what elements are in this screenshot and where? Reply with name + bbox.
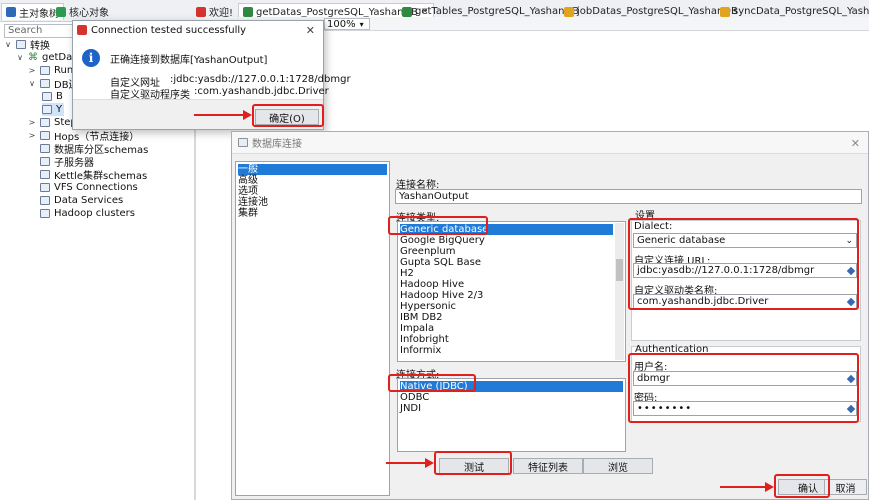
database-connection-window: 数据库连接 ✕ 一般 高级 选项 连接池 集群 连接名称: YashanOutp…	[231, 131, 869, 500]
expand-icon[interactable]: >	[28, 66, 36, 75]
category-pool[interactable]: 连接池	[238, 197, 387, 208]
folder-icon	[40, 144, 50, 153]
auth-label: Authentication	[635, 344, 709, 355]
driver-value: :com.yashandb.jdbc.Driver	[194, 86, 329, 97]
close-icon[interactable]: ✕	[306, 24, 315, 37]
variable-icon	[846, 266, 856, 276]
zoom-select[interactable]: 100% ▾	[324, 18, 370, 30]
dialect-select[interactable]: Generic database ⌄	[633, 233, 857, 248]
tree-item-vfs[interactable]: VFS Connections	[40, 181, 138, 194]
category-advanced[interactable]: 高级	[238, 175, 387, 186]
tree-item-db-b[interactable]: B	[42, 90, 63, 103]
welcome-icon	[196, 6, 206, 17]
collapse-icon[interactable]: ∨	[28, 79, 36, 88]
folder-icon	[40, 66, 50, 75]
access-item[interactable]: Native (JDBC)	[400, 381, 623, 392]
username-input[interactable]: dbmgr	[633, 371, 857, 386]
access-item[interactable]: ODBC	[400, 392, 623, 403]
ok-button[interactable]: 确定(O)	[255, 109, 319, 125]
explore-button[interactable]: 浏览	[583, 458, 653, 474]
arrow-annotation	[386, 458, 434, 468]
window-titlebar: 数据库连接 ✕	[232, 132, 868, 154]
job-icon	[720, 6, 730, 17]
folder-icon	[40, 196, 50, 205]
conn-type-item[interactable]: Impala	[400, 323, 623, 334]
tab-core-objects[interactable]: 核心对象	[56, 3, 109, 20]
password-input[interactable]: ••••••••	[633, 401, 857, 416]
conn-type-item[interactable]: Hadoop Hive	[400, 279, 623, 290]
conn-type-item[interactable]: H2	[400, 268, 623, 279]
folder-icon	[40, 183, 50, 192]
scrollbar-thumb[interactable]	[616, 259, 623, 281]
test-message: 正确连接到数据库[YashanOutput]	[110, 55, 268, 66]
chevron-down-icon: ⌄	[845, 236, 853, 246]
variable-icon	[846, 297, 856, 307]
folder-icon	[40, 118, 50, 127]
collapse-icon[interactable]: ∨	[16, 53, 24, 62]
info-icon: i	[82, 49, 100, 67]
expand-icon[interactable]: >	[28, 131, 36, 140]
feature-list-button[interactable]: 特征列表	[513, 458, 583, 474]
conn-type-item[interactable]: IBM DB2	[400, 312, 623, 323]
custom-url-input[interactable]: jdbc:yasdb://127.0.0.1:1728/dbmgr	[633, 263, 857, 278]
category-general[interactable]: 一般	[238, 164, 387, 175]
transform-icon: ⌘	[28, 52, 38, 63]
scrollbar[interactable]	[615, 223, 624, 360]
tab-main-tree[interactable]: 主对象树	[1, 3, 64, 20]
conn-name-input[interactable]: YashanOutput	[395, 189, 862, 204]
test-button[interactable]: 测试	[439, 458, 509, 474]
category-cluster[interactable]: 集群	[238, 208, 387, 219]
database-icon	[238, 138, 248, 147]
category-options[interactable]: 选项	[238, 186, 387, 197]
database-icon	[42, 105, 52, 114]
arrow-annotation	[194, 110, 252, 120]
tree-item-hadoop[interactable]: Hadoop clusters	[40, 207, 135, 220]
conn-type-item[interactable]: Hadoop Hive 2/3	[400, 290, 623, 301]
core-objects-icon	[56, 6, 66, 17]
chevron-down-icon: ▾	[359, 19, 364, 29]
conn-type-item[interactable]: Infobright	[400, 334, 623, 345]
tree-item-data-services[interactable]: Data Services	[40, 194, 123, 207]
collapse-icon[interactable]: ∨	[4, 40, 12, 49]
variable-icon	[846, 404, 856, 414]
transform-icon	[243, 7, 253, 17]
conn-type-item[interactable]: Hypersonic	[400, 301, 623, 312]
expand-icon[interactable]: >	[28, 118, 36, 127]
folder-icon	[40, 131, 50, 140]
dialect-label: Dialect:	[634, 221, 673, 232]
tree-icon	[6, 7, 16, 17]
conn-type-item[interactable]: Greenplum	[400, 246, 623, 257]
access-list[interactable]: Native (JDBC) ODBC JNDI	[397, 378, 626, 452]
transform-icon	[402, 6, 412, 17]
job-icon	[564, 6, 574, 17]
folder-icon	[16, 40, 26, 49]
close-icon[interactable]: ✕	[851, 137, 860, 150]
database-icon	[42, 92, 52, 101]
dialog-titlebar: Connection tested successfully ✕	[73, 21, 323, 39]
variable-icon	[846, 374, 856, 384]
driver-class-input[interactable]: com.yashandb.jdbc.Driver	[633, 294, 857, 309]
app-icon	[77, 25, 87, 35]
folder-icon	[40, 79, 50, 88]
conn-type-item[interactable]: Gupta SQL Base	[400, 257, 623, 268]
tree-item-db[interactable]: ∨ DB连	[28, 77, 79, 91]
access-item[interactable]: JNDI	[400, 403, 623, 414]
tree-root[interactable]: ∨ 转换	[4, 38, 50, 52]
cancel-button[interactable]: 取消	[824, 479, 867, 495]
folder-icon	[40, 157, 50, 166]
tree-item-cluster[interactable]: Kettle集群schemas	[40, 168, 147, 182]
conn-type-list[interactable]: Generic database Google BigQuery Greenpl…	[397, 221, 626, 362]
conn-type-item[interactable]: Informix	[400, 345, 623, 356]
tree-transform[interactable]: ∨ ⌘ getDat	[16, 51, 76, 64]
folder-icon	[40, 170, 50, 179]
category-list: 一般 高级 选项 连接池 集群	[235, 161, 390, 496]
tree-item-db-y[interactable]: Y	[42, 103, 65, 116]
folder-icon	[40, 209, 50, 218]
url-value: :jdbc:yasdb://127.0.0.1:1728/dbmgr	[170, 74, 351, 85]
arrow-annotation	[720, 482, 774, 492]
conn-type-item[interactable]: Google BigQuery	[400, 235, 623, 246]
conn-type-item[interactable]: Generic database	[400, 224, 613, 235]
